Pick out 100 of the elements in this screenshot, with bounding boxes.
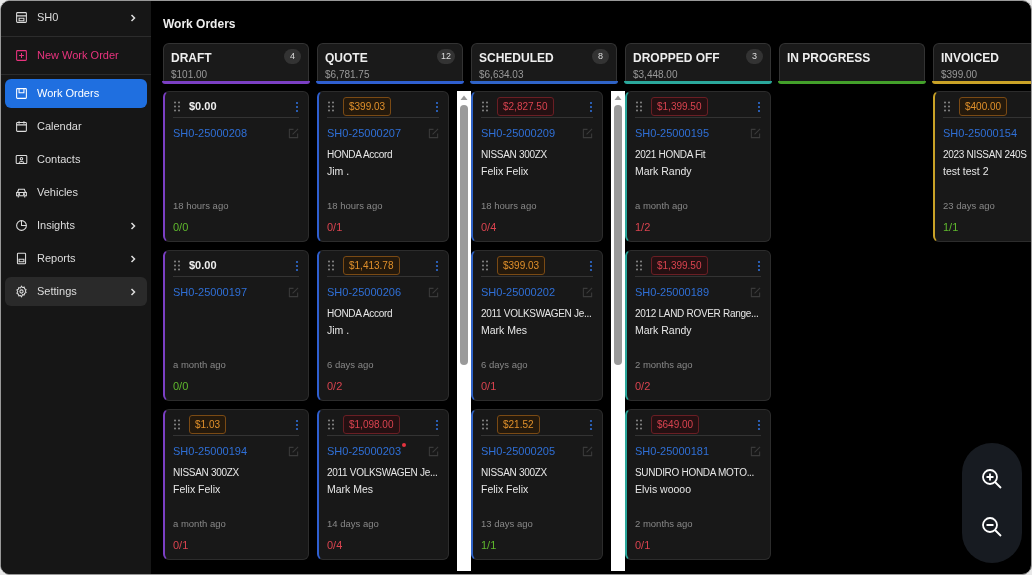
drag-handle-icon[interactable]	[327, 101, 335, 112]
edit-icon[interactable]	[428, 445, 439, 457]
work-order-card[interactable]: $1,399.50 SH0-25000195 2021 HONDA Fit Mark Randy a month ago 1/2	[625, 91, 771, 242]
vehicle-text: HONDA Accord	[327, 147, 394, 161]
vehicle-text: SUNDIRO HONDA MOTO...	[635, 465, 756, 479]
work-order-link[interactable]: SH0-25000195	[635, 125, 709, 142]
kebab-menu-icon[interactable]	[757, 259, 761, 272]
progress-count: 0/4	[327, 537, 344, 553]
edit-icon[interactable]	[288, 286, 299, 298]
vehicle-text: NISSAN 300ZX	[173, 465, 240, 479]
customer-name: Jim .	[327, 163, 351, 179]
sidebar-item[interactable]: Work Orders	[5, 79, 147, 108]
work-order-link[interactable]: SH0-25000194	[173, 443, 247, 460]
work-order-card[interactable]: $1.03 SH0-25000194 NISSAN 300ZX Felix Felix a month ago 0/1	[163, 409, 309, 560]
kebab-menu-icon[interactable]	[435, 100, 439, 113]
drag-handle-icon[interactable]	[481, 419, 489, 430]
time-ago: 6 days ago	[481, 358, 529, 373]
sidebar-item[interactable]: Contacts	[5, 145, 147, 174]
edit-icon[interactable]	[428, 127, 439, 139]
work-order-card[interactable]: $0.00 SH0-25000197 a month ago 0/0	[163, 250, 309, 401]
work-order-link[interactable]: SH0-25000207	[327, 125, 401, 142]
edit-icon[interactable]	[288, 445, 299, 457]
work-order-link[interactable]: SH0-25000189	[635, 284, 709, 301]
kebab-menu-icon[interactable]	[757, 100, 761, 113]
customer-name: Mark Mes	[327, 481, 375, 497]
drag-handle-icon[interactable]	[481, 260, 489, 271]
time-ago: 18 hours ago	[327, 199, 384, 214]
drag-handle-icon[interactable]	[943, 101, 951, 112]
kebab-menu-icon[interactable]	[757, 418, 761, 431]
kebab-menu-icon[interactable]	[295, 259, 299, 272]
drag-handle-icon[interactable]	[635, 260, 643, 271]
work-order-card[interactable]: $1,399.50 SH0-25000189 2012 LAND ROVER Range... Mark Randy 2 months ago 0/2	[625, 250, 771, 401]
work-order-card[interactable]: $400.00 SH0-25000154 2023 NISSAN 240S test test 2 23 days ago 1/1	[933, 91, 1031, 242]
customer-name: Felix Felix	[481, 163, 530, 179]
work-order-link[interactable]: SH0-25000181	[635, 443, 709, 460]
calendar-icon	[15, 120, 28, 133]
edit-icon[interactable]	[288, 127, 299, 139]
column-total: $3,448.00	[633, 68, 679, 82]
work-order-card[interactable]: $649.00 SH0-25000181 SUNDIRO HONDA MOTO... Elvis woooo 2 months ago 0/1	[625, 409, 771, 560]
amount-badge: $1,098.00	[343, 415, 400, 434]
drag-handle-icon[interactable]	[327, 419, 335, 430]
sidebar-item[interactable]: Insights	[5, 211, 147, 240]
drag-handle-icon[interactable]	[173, 419, 181, 430]
work-order-link[interactable]: SH0-25000205	[481, 443, 555, 460]
work-order-card[interactable]: $399.03 SH0-25000207 HONDA Accord Jim . 18 hours ago 0/1	[317, 91, 449, 242]
amount-badge: $1,413.78	[343, 256, 400, 275]
progress-count: 0/4	[481, 219, 498, 235]
drag-handle-icon[interactable]	[173, 101, 181, 112]
drag-handle-icon[interactable]	[173, 260, 181, 271]
kebab-menu-icon[interactable]	[589, 100, 593, 113]
drag-handle-icon[interactable]	[635, 419, 643, 430]
customer-name: Mark Randy	[635, 163, 693, 179]
progress-count: 1/1	[943, 219, 960, 235]
drag-handle-icon[interactable]	[327, 260, 335, 271]
drag-handle-icon[interactable]	[635, 101, 643, 112]
edit-icon[interactable]	[428, 286, 439, 298]
kebab-menu-icon[interactable]	[589, 418, 593, 431]
work-order-card[interactable]: $1,413.78 SH0-25000206 HONDA Accord Jim . 6 days ago 0/2	[317, 250, 449, 401]
count-badge: 3	[746, 49, 763, 64]
customer-name: test test 2	[943, 163, 990, 179]
edit-icon[interactable]	[582, 127, 593, 139]
edit-icon[interactable]	[750, 286, 761, 298]
sidebar-item[interactable]: SH0	[5, 3, 147, 32]
sidebar-item[interactable]: Calendar	[5, 112, 147, 141]
drag-handle-icon[interactable]	[481, 101, 489, 112]
work-order-link[interactable]: SH0-25000208	[173, 125, 247, 142]
kebab-menu-icon[interactable]	[589, 259, 593, 272]
amount-text: $0.00	[189, 258, 217, 274]
sidebar-item[interactable]: Reports	[5, 244, 147, 273]
column-total: $101.00	[171, 68, 209, 82]
customer-name: Felix Felix	[481, 481, 530, 497]
work-order-link[interactable]: SH0-25000203	[327, 443, 401, 460]
sidebar-item[interactable]: New Work Order	[5, 41, 147, 70]
work-order-card[interactable]: $1,098.00 SH0-25000203 2011 VOLKSWAGEN Je... Mark Mes 14 days ago 0/4	[317, 409, 449, 560]
kebab-menu-icon[interactable]	[295, 418, 299, 431]
vehicle-text: 2021 HONDA Fit	[635, 147, 707, 161]
progress-count: 0/2	[327, 378, 344, 394]
work-order-link[interactable]: SH0-25000154	[943, 125, 1017, 142]
work-order-card[interactable]: $0.00 SH0-25000208 18 hours ago 0/0	[163, 91, 309, 242]
time-ago: a month ago	[173, 358, 227, 373]
work-order-card[interactable]: $2,827.50 SH0-25000209 NISSAN 300ZX Felix Felix 18 hours ago 0/4	[471, 91, 603, 242]
sidebar-item[interactable]: Vehicles	[5, 178, 147, 207]
edit-icon[interactable]	[750, 445, 761, 457]
edit-icon[interactable]	[750, 127, 761, 139]
work-order-card[interactable]: $399.03 SH0-25000202 2011 VOLKSWAGEN Je... Mark Mes 6 days ago 0/1	[471, 250, 603, 401]
work-order-link[interactable]: SH0-25000206	[327, 284, 401, 301]
time-ago: a month ago	[173, 517, 227, 532]
kebab-menu-icon[interactable]	[435, 418, 439, 431]
kebab-menu-icon[interactable]	[295, 100, 299, 113]
work-order-link[interactable]: SH0-25000202	[481, 284, 555, 301]
amount-badge: $399.03	[497, 256, 546, 275]
work-order-link[interactable]: SH0-25000197	[173, 284, 247, 301]
sidebar-item[interactable]: Settings	[5, 277, 147, 306]
kebab-menu-icon[interactable]	[435, 259, 439, 272]
work-order-link[interactable]: SH0-25000209	[481, 125, 555, 142]
work-order-card[interactable]: $21.52 SH0-25000205 NISSAN 300ZX Felix Felix 13 days ago 1/1	[471, 409, 603, 560]
car-icon	[15, 186, 28, 199]
column-title: DRAFT	[171, 50, 212, 67]
edit-icon[interactable]	[582, 286, 593, 298]
edit-icon[interactable]	[582, 445, 593, 457]
